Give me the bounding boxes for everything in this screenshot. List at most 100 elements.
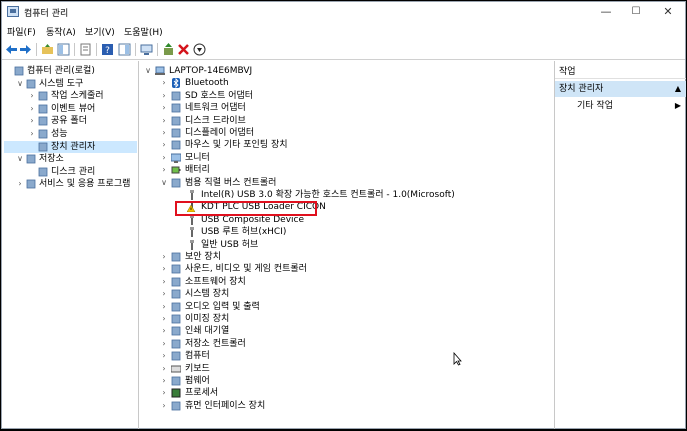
device-tree-item[interactable]: › 컴퓨터 — [140, 350, 550, 362]
device-tree-item[interactable]: › 디스크 드라이브 — [140, 115, 550, 127]
expand-arrow-icon[interactable]: › — [160, 350, 168, 362]
show-hide-tree-icon[interactable] — [57, 43, 70, 56]
device-tree-item[interactable]: › 보안 장치 — [140, 251, 550, 263]
device-item-label: 네트워크 어댑터 — [185, 103, 246, 114]
sound-icon — [171, 264, 181, 274]
menu-bar: 파일(F) 동작(A) 보기(V) 도움말(H) — [2, 22, 685, 39]
device-tree-item[interactable]: › 펌웨어 — [140, 375, 550, 387]
maximize-button[interactable]: ☐ — [622, 2, 650, 22]
tree-item[interactable]: ∨ 저장소 — [4, 153, 137, 165]
expand-arrow-icon[interactable]: › — [160, 152, 168, 164]
expand-arrow-icon[interactable]: ∨ — [16, 78, 24, 90]
action-device-manager[interactable]: 장치 관리자 ▲ — [555, 81, 686, 97]
tree-item-label: 공유 폴더 — [51, 116, 87, 127]
tree-item[interactable]: 컴퓨터 관리(로컬) — [4, 65, 137, 77]
device-item-label: 디스플레이 어댑터 — [185, 128, 255, 138]
expand-arrow-icon[interactable]: ∨ — [16, 153, 24, 165]
device-tree-item[interactable]: › Bluetooth — [140, 77, 550, 89]
device-tree-item[interactable]: › 프로세서 — [140, 387, 550, 399]
expand-arrow-icon[interactable]: › — [160, 263, 168, 275]
tree-item[interactable]: › 이벤트 뷰어 — [4, 103, 137, 115]
device-tree-item[interactable]: › 이미징 장치 — [140, 313, 550, 325]
expand-arrow-icon[interactable]: › — [28, 128, 36, 140]
device-tree-item[interactable]: › 저장소 컨트롤러 — [140, 338, 550, 350]
update-driver-icon[interactable] — [162, 43, 175, 56]
device-tree-item[interactable]: USB 루트 허브(xHCI) — [140, 226, 550, 238]
device-tree-item[interactable]: › 사운드, 비디오 및 게임 컨트롤러 — [140, 263, 550, 275]
device-tree-item[interactable]: 일반 USB 허브 — [140, 239, 550, 251]
expand-arrow-icon[interactable]: › — [160, 301, 168, 313]
device-tree-item[interactable]: › 인쇄 대기열 — [140, 325, 550, 337]
expand-arrow-icon[interactable]: › — [160, 77, 168, 89]
expand-arrow-icon[interactable]: › — [160, 325, 168, 337]
device-tree-item[interactable]: › 오디오 입력 및 출력 — [140, 301, 550, 313]
device-tree-item[interactable]: Intel(R) USB 3.0 확장 가능한 호스트 컨트롤러 - 1.0(M… — [140, 189, 550, 201]
expand-arrow-icon[interactable]: ∨ — [144, 65, 152, 77]
expand-arrow-icon[interactable]: › — [160, 251, 168, 263]
device-tree-item[interactable]: › 휴먼 인터페이스 장치 — [140, 400, 550, 412]
expand-arrow-icon[interactable]: › — [160, 375, 168, 387]
expand-arrow-icon[interactable]: ∨ — [160, 177, 168, 189]
device-tree-item[interactable]: › 배터리 — [140, 164, 550, 176]
menu-action[interactable]: 동작(A) — [46, 25, 76, 38]
device-tree-item[interactable]: ∨ LAPTOP-14E6MBVJ — [140, 65, 550, 77]
back-arrow-icon[interactable] — [5, 43, 18, 56]
tree-item[interactable]: › 성능 — [4, 128, 137, 140]
expand-arrow-icon[interactable]: › — [160, 127, 168, 139]
device-item-label: LAPTOP-14E6MBVJ — [169, 66, 253, 76]
expand-arrow-icon[interactable]: › — [160, 139, 168, 151]
device-item-label: 휴먼 인터페이스 장치 — [185, 400, 266, 411]
audio-io-icon — [171, 302, 181, 311]
menu-view[interactable]: 보기(V) — [85, 25, 115, 38]
properties-icon[interactable] — [79, 43, 92, 56]
expand-arrow-icon[interactable]: › — [160, 400, 168, 412]
tree-item[interactable]: 디스크 관리 — [4, 166, 137, 178]
expand-arrow-icon[interactable]: › — [160, 313, 168, 325]
menu-file[interactable]: 파일(F) — [7, 25, 36, 38]
tree-item[interactable]: › 공유 폴더 — [4, 115, 137, 127]
device-tree-item[interactable]: ∨ 범용 직렬 버스 컨트롤러 — [140, 177, 550, 189]
action-more-actions[interactable]: 기타 작업 ▶ — [555, 99, 686, 113]
bluetooth-icon — [172, 78, 180, 89]
help-icon[interactable]: ? — [101, 43, 114, 56]
software-device-icon — [171, 277, 181, 287]
expand-arrow-icon[interactable]: › — [28, 103, 36, 115]
tree-item-label: 이벤트 뷰어 — [51, 103, 96, 114]
disable-device-icon[interactable] — [193, 43, 206, 56]
expand-arrow-icon[interactable]: › — [160, 164, 168, 176]
tree-item[interactable]: › 작업 스케줄러 — [4, 90, 137, 102]
collapse-up-icon[interactable]: ▲ — [675, 81, 681, 97]
action-pane-icon[interactable] — [118, 43, 131, 56]
expand-arrow-icon[interactable]: › — [160, 276, 168, 288]
menu-help[interactable]: 도움말(H) — [124, 25, 163, 38]
expand-arrow-icon[interactable]: › — [160, 288, 168, 300]
uninstall-device-icon[interactable] — [177, 43, 190, 56]
tree-item[interactable]: 장치 관리자 — [4, 140, 137, 153]
close-button[interactable]: ✕ — [654, 2, 682, 22]
expand-arrow-icon[interactable]: › — [160, 387, 168, 399]
up-folder-icon[interactable] — [41, 43, 54, 56]
expand-arrow-icon[interactable]: › — [160, 115, 168, 127]
device-tree-item[interactable]: › SD 호스트 어댑터 — [140, 90, 550, 102]
device-tree-item[interactable]: › 디스플레이 어댑터 — [140, 127, 550, 139]
shared-folder-icon — [38, 116, 48, 126]
device-tree-item[interactable]: › 키보드 — [140, 363, 550, 375]
expand-arrow-icon[interactable]: › — [160, 338, 168, 350]
minimize-button[interactable]: — — [592, 2, 620, 22]
display-adapter-icon — [171, 128, 181, 138]
scan-hardware-icon[interactable] — [140, 43, 153, 56]
tree-item[interactable]: › 서비스 및 응용 프로그램 — [4, 178, 137, 190]
expand-arrow-icon[interactable]: › — [160, 102, 168, 114]
expand-arrow-icon[interactable]: › — [160, 90, 168, 102]
tree-item[interactable]: ∨ 시스템 도구 — [4, 78, 137, 90]
forward-arrow-icon[interactable] — [19, 43, 32, 56]
expand-arrow-icon[interactable]: › — [28, 115, 36, 127]
device-tree-item[interactable]: › 소프트웨어 장치 — [140, 276, 550, 288]
expand-arrow-icon[interactable]: › — [16, 178, 24, 190]
device-tree-item[interactable]: › 시스템 장치 — [140, 288, 550, 300]
device-tree-item[interactable]: › 모니터 — [140, 152, 550, 164]
device-tree-item[interactable]: › 네트워크 어댑터 — [140, 102, 550, 114]
expand-arrow-icon[interactable]: › — [28, 90, 36, 102]
expand-arrow-icon[interactable]: › — [160, 363, 168, 375]
device-tree-item[interactable]: › 마우스 및 기타 포인팅 장치 — [140, 139, 550, 151]
